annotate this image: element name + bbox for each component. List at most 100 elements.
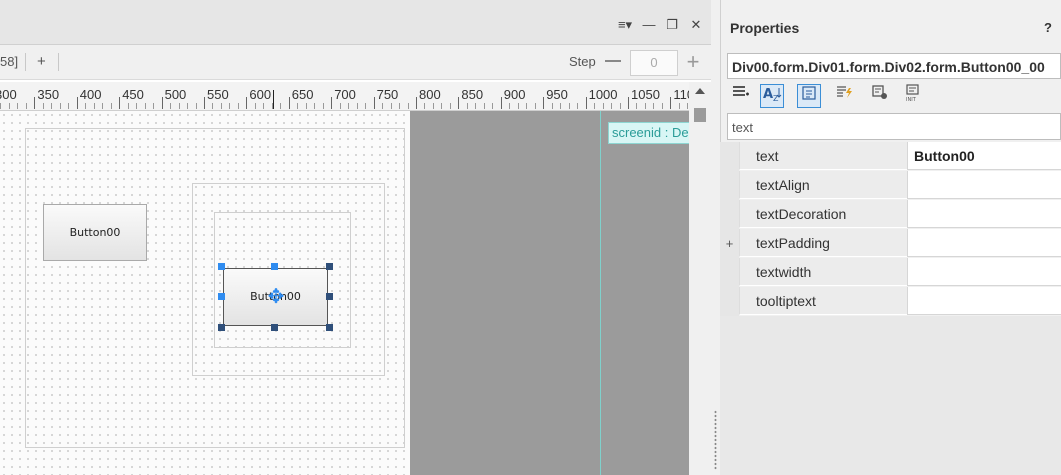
ruler-major-tick [331, 97, 333, 109]
sort-alpha-icon[interactable]: AZ [760, 84, 784, 108]
ruler-minor-tick [602, 103, 604, 109]
ruler-minor-tick [526, 103, 528, 109]
property-value[interactable] [907, 229, 1061, 257]
property-row-textpadding[interactable]: + textPadding [720, 229, 1061, 258]
object-path-field[interactable]: Div00.form.Div01.form.Div02.form.Button0… [727, 53, 1061, 79]
ruler-minor-tick [356, 103, 358, 109]
expand-toggle [720, 258, 739, 287]
resize-handle-e[interactable] [326, 293, 333, 300]
ruler-label: 1050 [631, 87, 660, 102]
ruler-label: 1000 [588, 87, 618, 102]
outside-canvas-area [410, 111, 689, 475]
property-row-tooltiptext[interactable]: tooltiptext [720, 287, 1061, 316]
property-filter-input[interactable]: text [727, 113, 1061, 140]
property-name: textDecoration [739, 200, 907, 228]
ruler-major-tick [500, 97, 502, 109]
ruler-minor-tick [178, 103, 180, 109]
ruler-minor-tick [475, 103, 477, 109]
ruler-major-tick [119, 97, 121, 109]
property-value[interactable] [907, 171, 1061, 199]
property-value[interactable] [907, 258, 1061, 286]
resize-handle-ne[interactable] [326, 263, 333, 270]
restore-icon[interactable]: ❐ [663, 16, 681, 34]
resize-handle-s[interactable] [271, 324, 278, 331]
ruler-minor-tick [254, 103, 256, 109]
ruler-minor-tick [85, 103, 87, 109]
list-add-icon[interactable] [729, 84, 753, 108]
event-icon[interactable] [832, 84, 856, 108]
ruler-minor-tick [466, 103, 468, 109]
ruler-label: 750 [376, 87, 399, 102]
category-icon[interactable] [797, 84, 821, 108]
ruler-minor-tick [195, 103, 197, 109]
design-canvas[interactable]: Button00 Button00 ✥ [0, 111, 410, 475]
ruler-minor-tick [127, 103, 129, 109]
ruler-minor-tick [568, 103, 570, 109]
ruler-minor-tick [653, 103, 655, 109]
minimize-icon[interactable]: — [640, 16, 658, 34]
ruler-major-tick [246, 97, 248, 109]
ruler-minor-tick [68, 103, 70, 109]
step-label: Step [569, 54, 596, 69]
ruler-minor-tick [424, 103, 426, 109]
ruler-minor-tick [577, 103, 579, 109]
resize-handle-w[interactable] [218, 293, 225, 300]
add-screen-button[interactable]: + [37, 53, 46, 70]
step-decrease-button[interactable] [605, 60, 621, 62]
property-row-textwidth[interactable]: textwidth [720, 258, 1061, 287]
ruler-label: 600 [249, 87, 272, 102]
help-icon[interactable]: ? [1044, 20, 1052, 35]
ruler-label: 900 [503, 87, 526, 102]
ruler-minor-tick [102, 103, 104, 109]
property-value[interactable]: Button00 [907, 142, 1061, 170]
expand-toggle [720, 287, 739, 316]
ruler-major-tick [543, 97, 545, 109]
property-grid: text Button00 textAlign textDecoration +… [720, 142, 1061, 316]
ruler-minor-tick [0, 103, 2, 109]
button00[interactable]: Button00 [43, 204, 147, 261]
ruler-minor-tick [170, 103, 172, 109]
style-icon[interactable] [868, 84, 892, 108]
expand-toggle [720, 171, 739, 200]
scroll-up-icon[interactable] [695, 88, 705, 94]
form-designer[interactable]: ≡▾ — ❐ ✕ 58] + Step 0 + 300 350 400 450 500 5… [0, 0, 711, 475]
ruler-minor-tick [212, 103, 214, 109]
ruler-major-tick [670, 97, 672, 109]
ruler-minor-tick [382, 103, 384, 109]
property-value[interactable] [907, 200, 1061, 228]
init-icon[interactable]: INIT [901, 84, 925, 108]
property-row-textdecoration[interactable]: textDecoration [720, 200, 1061, 229]
panel-splitter[interactable] [711, 0, 720, 475]
step-increase-button[interactable]: + [684, 51, 702, 73]
ruler-major-tick [161, 97, 163, 109]
step-input[interactable]: 0 [630, 50, 678, 76]
resize-handle-nw[interactable] [218, 263, 225, 270]
ruler-minor-tick [42, 103, 44, 109]
splitter-grip[interactable] [714, 410, 717, 470]
window-menu-icon[interactable]: ≡▾ [616, 16, 634, 34]
svg-text:Z: Z [773, 94, 779, 103]
vertical-scrollbar[interactable] [689, 82, 711, 475]
close-icon[interactable]: ✕ [687, 16, 705, 34]
resize-handle-sw[interactable] [218, 324, 225, 331]
ruler-minor-tick [153, 103, 155, 109]
property-row-textalign[interactable]: textAlign [720, 171, 1061, 200]
ruler-major-tick [628, 97, 629, 109]
scroll-thumb[interactable] [694, 108, 706, 122]
ruler-minor-tick [661, 103, 663, 109]
expand-toggle[interactable]: + [720, 229, 739, 258]
ruler-minor-tick [348, 103, 350, 109]
ruler-major-tick [76, 97, 78, 109]
ruler-label: 850 [461, 87, 484, 102]
ruler-minor-tick [144, 103, 146, 109]
ruler-label: 950 [546, 87, 568, 102]
resize-handle-se[interactable] [326, 324, 333, 331]
ruler-minor-tick [93, 103, 95, 109]
ruler-major-tick [585, 97, 587, 109]
property-row-text[interactable]: text Button00 [720, 142, 1061, 171]
resize-handle-n[interactable] [271, 263, 278, 270]
property-value[interactable] [907, 287, 1061, 315]
toolbar-divider [58, 53, 59, 71]
ruler-label: 650 [291, 87, 314, 102]
designer-tab-bar: ≡▾ — ❐ ✕ [0, 0, 711, 45]
